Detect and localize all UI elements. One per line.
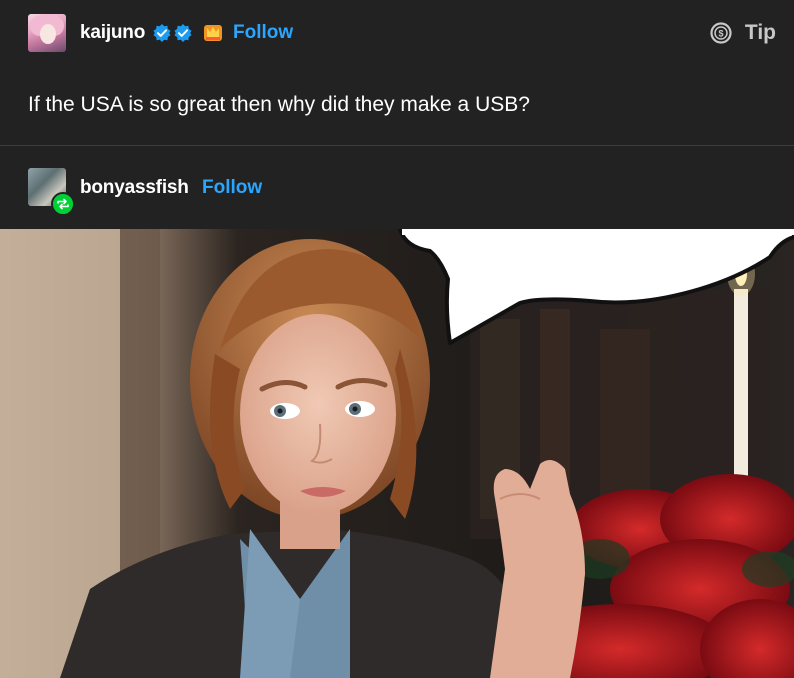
verified-badge-icon xyxy=(153,24,171,42)
svg-text:$: $ xyxy=(718,29,723,39)
follow-author-button[interactable]: Follow xyxy=(233,22,293,44)
author-avatar[interactable] xyxy=(28,14,66,52)
special-badge-icon xyxy=(204,25,222,41)
coin-dollar-icon: $ xyxy=(710,22,732,44)
tip-button[interactable]: $ Tip xyxy=(709,20,776,46)
post-body-text: If the USA is so great then why did they… xyxy=(28,93,530,116)
author-username[interactable]: kaijuno xyxy=(80,22,145,44)
divider xyxy=(0,145,794,146)
meme-photo xyxy=(0,229,794,678)
tip-label: Tip xyxy=(744,21,776,44)
reblogger-username[interactable]: bonyassfish xyxy=(80,177,189,199)
verified-badge-icon xyxy=(174,24,192,42)
reblog-icon xyxy=(51,192,75,216)
post-image xyxy=(0,229,794,678)
tumblr-post: kaijuno Follow $ Tip If the USA is so gr… xyxy=(0,0,794,678)
follow-reblogger-button[interactable]: Follow xyxy=(202,177,262,199)
post-header: kaijuno Follow $ Tip xyxy=(0,0,794,68)
